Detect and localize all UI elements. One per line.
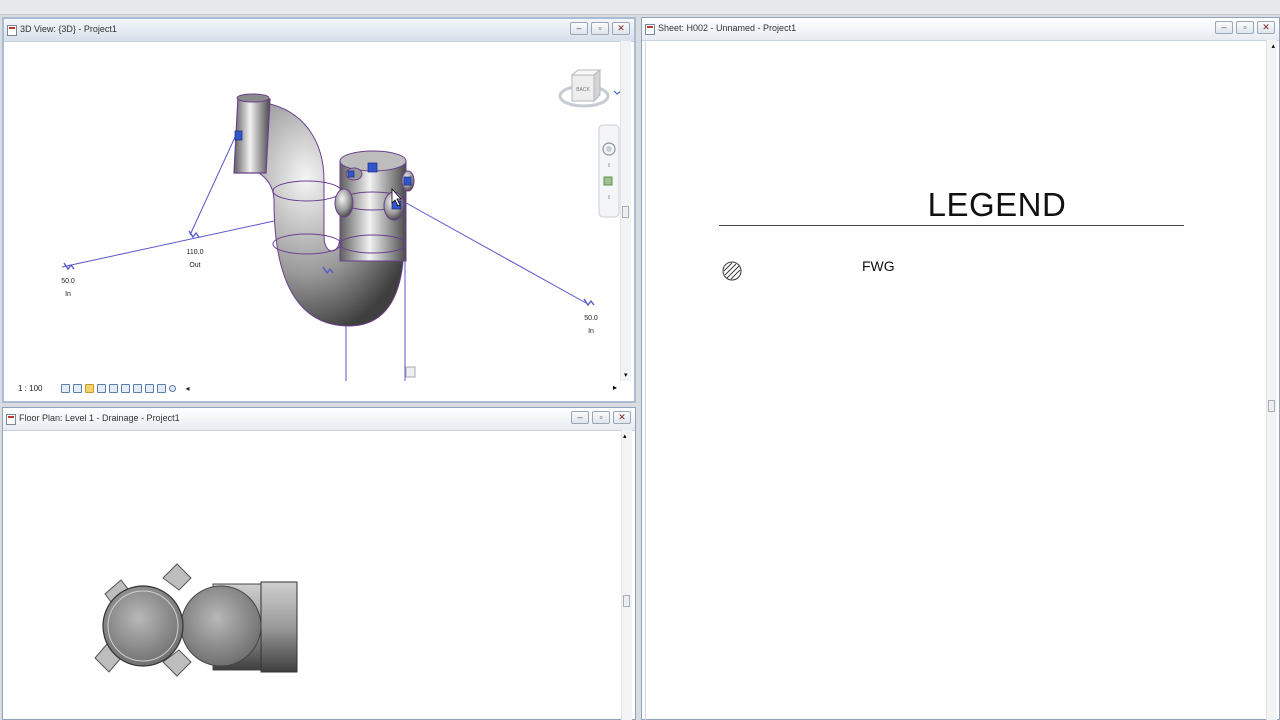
- revit-sheet-icon: [645, 24, 655, 35]
- view-control-bar[interactable]: 1 : 100 ◂: [18, 381, 189, 395]
- detail-level-icon[interactable]: [61, 383, 71, 393]
- minimize-button[interactable]: –: [570, 22, 588, 35]
- legend-title[interactable]: LEGEND: [882, 186, 1112, 224]
- app-top-strip: [0, 0, 1280, 15]
- revit-view-icon: [6, 414, 16, 425]
- viewcube-face-label: BACK: [576, 87, 590, 93]
- connector-flow-right: In: [588, 328, 594, 335]
- close-button[interactable]: ✕: [613, 411, 631, 424]
- horizontal-scroll-thumb[interactable]: [405, 366, 416, 378]
- connector-value-left: 50.0: [61, 278, 75, 285]
- sheet-vscrollbar[interactable]: [1266, 40, 1277, 720]
- trap-plan-view[interactable]: [94, 563, 298, 677]
- scroll-left-arrow-icon[interactable]: ◂: [185, 384, 189, 393]
- connector-value-mid: 110.0: [187, 249, 204, 256]
- floor-plan-window[interactable]: Floor Plan: Level 1 - Drainage - Project…: [2, 407, 636, 720]
- view-3d-window[interactable]: 3D View: {3D} - Project1 – ▫ ✕ 50.0 In 1…: [2, 17, 636, 403]
- view-scale[interactable]: 1 : 100: [18, 384, 42, 393]
- floor-plan-title: Floor Plan: Level 1 - Drainage - Project…: [19, 413, 180, 423]
- sheet-title: Sheet: H002 - Unnamed - Project1: [658, 23, 797, 33]
- minimize-button[interactable]: –: [1215, 21, 1233, 34]
- connector-flow-mid: Out: [189, 262, 200, 269]
- 3d-model-canvas[interactable]: 50.0 In 110.0 Out 50.0 In BACK: [4, 41, 620, 381]
- viewcube[interactable]: BACK: [558, 68, 620, 108]
- scroll-down-arrow-icon[interactable]: ▾: [624, 371, 628, 379]
- floor-plan-canvas[interactable]: [3, 430, 619, 720]
- connector-flow-left: In: [65, 291, 71, 298]
- lock-view-icon[interactable]: [133, 383, 143, 393]
- floor-plan-titlebar[interactable]: Floor Plan: Level 1 - Drainage - Project…: [3, 408, 635, 431]
- floor-plan-vscroll-thumb[interactable]: [623, 595, 630, 607]
- sheet-scroll-up-arrow-icon[interactable]: ▴: [1271, 42, 1275, 50]
- restore-button[interactable]: ▫: [591, 22, 609, 35]
- hatch-pattern-icon[interactable]: [721, 260, 743, 282]
- shadows-icon[interactable]: [97, 383, 107, 393]
- analytical-model-icon[interactable]: [169, 384, 177, 392]
- sheet-window[interactable]: Sheet: H002 - Unnamed - Project1 – ▫ ✕ L…: [641, 17, 1280, 720]
- close-button[interactable]: ✕: [1257, 21, 1275, 34]
- zoom-icon[interactable]: [603, 176, 613, 186]
- navigation-bar[interactable]: [598, 124, 620, 218]
- view-3d-titlebar[interactable]: 3D View: {3D} - Project1 – ▫ ✕: [4, 19, 634, 42]
- floor-plan-vscrollbar[interactable]: [621, 430, 632, 720]
- legend-underline: [719, 225, 1184, 226]
- view-3d-vscrollbar[interactable]: [620, 41, 631, 381]
- revit-view-icon: [7, 25, 17, 36]
- view-3d-vscroll-thumb[interactable]: [622, 206, 629, 218]
- sun-path-icon[interactable]: [85, 383, 95, 393]
- crop-view-icon[interactable]: [109, 383, 119, 393]
- scroll-right-arrow-icon[interactable]: ▸: [613, 383, 617, 392]
- connector-value-right: 50.0: [584, 315, 598, 322]
- minimize-button[interactable]: –: [571, 411, 589, 424]
- restore-button[interactable]: ▫: [1236, 21, 1254, 34]
- view-3d-title: 3D View: {3D} - Project1: [20, 24, 117, 34]
- side-branch-left[interactable]: [334, 188, 354, 218]
- temporary-hide-icon[interactable]: [145, 383, 155, 393]
- sheet-vscroll-thumb[interactable]: [1268, 400, 1275, 412]
- sheet-border-line: [645, 40, 646, 720]
- show-crop-icon[interactable]: [121, 383, 131, 393]
- close-button[interactable]: ✕: [612, 22, 630, 35]
- scroll-up-arrow-icon[interactable]: ▴: [623, 432, 627, 440]
- legend-item-label[interactable]: FWG: [862, 258, 895, 274]
- sheet-titlebar[interactable]: Sheet: H002 - Unnamed - Project1 – ▫ ✕: [642, 18, 1279, 41]
- visual-style-icon[interactable]: [73, 383, 83, 393]
- reveal-hidden-icon[interactable]: [157, 383, 167, 393]
- restore-button[interactable]: ▫: [592, 411, 610, 424]
